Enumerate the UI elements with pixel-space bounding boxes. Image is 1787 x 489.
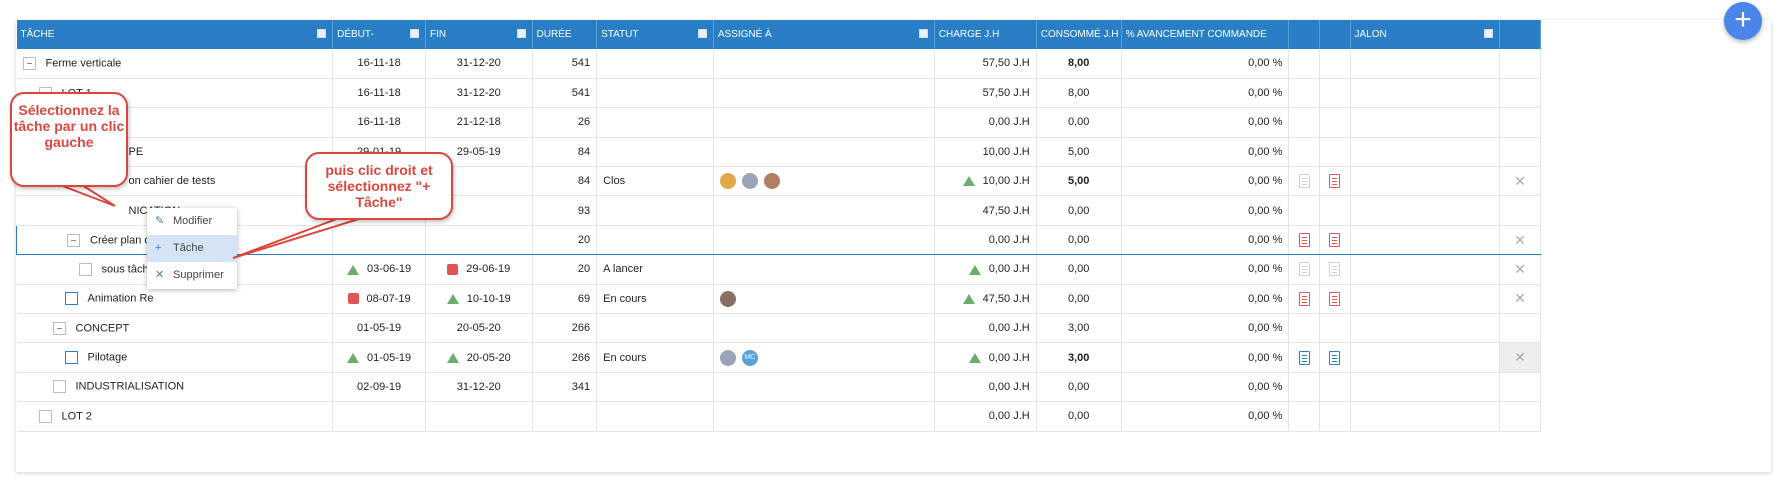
- callout-tails: [59, 184, 376, 259]
- callout-left-click: Sélectionnez la tâche par un clic gauche: [10, 92, 128, 187]
- callout-right-click: puis clic droit et sélectionnez "+ Tâche…: [305, 152, 453, 220]
